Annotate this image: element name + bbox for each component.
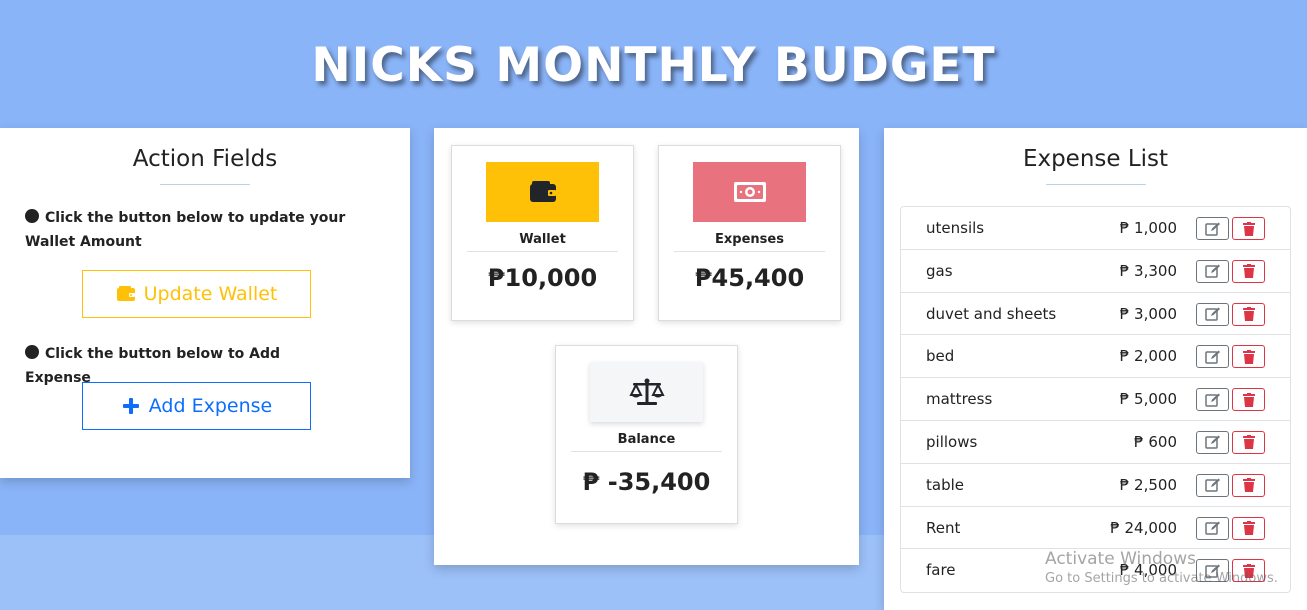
list-item: gas ₱ 3,300 <box>901 250 1290 293</box>
trash-icon <box>1242 221 1255 236</box>
trash-icon <box>1242 349 1255 364</box>
expense-instruction-text: Click the button below to Add Expense <box>25 346 281 386</box>
expense-list-title: Expense List <box>1022 146 1169 172</box>
delete-button[interactable] <box>1232 217 1265 240</box>
delete-button[interactable] <box>1232 388 1265 412</box>
expense-name: mattress <box>926 390 993 409</box>
edit-icon <box>1204 264 1220 279</box>
expense-amount: ₱ 2,500 <box>1119 475 1177 494</box>
delete-button[interactable] <box>1232 345 1265 369</box>
edit-icon <box>1204 478 1220 493</box>
edit-button[interactable] <box>1196 345 1229 369</box>
delete-button[interactable] <box>1232 559 1265 583</box>
edit-icon <box>1204 521 1220 535</box>
delete-button[interactable] <box>1232 259 1265 283</box>
delete-button[interactable] <box>1232 473 1265 497</box>
trash-icon <box>1242 264 1255 279</box>
expense-list: utensils ₱ 1,000 gas ₱ 3,300 duvet and s… <box>900 206 1291 594</box>
page-title: NICKS MONTHLY BUDGET <box>311 38 996 93</box>
expense-name: duvet and sheets <box>926 304 1057 323</box>
update-wallet-button[interactable]: Update Wallet <box>82 270 311 318</box>
plus-icon <box>122 398 139 414</box>
expense-list-panel: Expense List utensils ₱ 1,000 gas ₱ 3,30… <box>884 128 1307 610</box>
edit-button[interactable] <box>1196 259 1229 283</box>
balance-card: Balance ₱ -35,400 <box>555 345 738 524</box>
list-item: bed ₱ 2,000 <box>901 335 1290 379</box>
edit-button[interactable] <box>1196 302 1229 326</box>
list-item: Rent ₱ 24,000 <box>901 507 1290 550</box>
balance-scale-icon <box>628 378 665 405</box>
trash-icon <box>1242 563 1255 578</box>
wallet-icon <box>529 181 556 202</box>
balance-icon-box <box>590 362 703 422</box>
expense-amount: ₱ 24,000 <box>1110 518 1177 537</box>
trash-icon <box>1242 435 1255 450</box>
expense-name: bed <box>926 347 955 366</box>
add-expense-label: Add Expense <box>148 395 273 417</box>
delete-button[interactable] <box>1232 302 1265 326</box>
wallet-value: ₱10,000 <box>487 264 598 292</box>
wallet-label: Wallet <box>467 232 618 252</box>
edit-button[interactable] <box>1196 473 1229 497</box>
action-fields-panel: Action Fields Click the button below to … <box>0 128 410 478</box>
expense-amount: ₱ 3,000 <box>1119 304 1177 323</box>
balance-label: Balance <box>571 432 722 452</box>
trash-icon <box>1242 521 1255 536</box>
expense-name: fare <box>926 561 956 580</box>
list-item: mattress ₱ 5,000 <box>901 378 1290 421</box>
money-bill-icon <box>733 182 766 202</box>
edit-icon <box>1204 350 1220 364</box>
expense-name: pillows <box>926 432 978 451</box>
list-item: duvet and sheets ₱ 3,000 <box>901 293 1290 336</box>
expense-amount: ₱ 2,000 <box>1119 347 1177 366</box>
edit-icon <box>1204 393 1220 407</box>
expense-amount: ₱ 1,000 <box>1119 219 1177 237</box>
expenses-label: Expenses <box>674 232 825 252</box>
wallet-instruction-text: Click the button below to update your Wa… <box>25 210 346 250</box>
edit-button[interactable] <box>1196 217 1229 240</box>
action-fields-title: Action Fields <box>132 146 278 172</box>
bullet-icon <box>25 209 39 223</box>
trash-icon <box>1242 478 1255 493</box>
bullet-icon <box>25 345 39 359</box>
delete-button[interactable] <box>1232 516 1265 540</box>
heading-divider <box>1045 184 1146 185</box>
edit-button[interactable] <box>1196 430 1229 454</box>
balance-value: ₱ -35,400 <box>582 468 711 496</box>
list-item: table ₱ 2,500 <box>901 464 1290 507</box>
update-wallet-label: Update Wallet <box>143 283 278 305</box>
expense-amount: ₱ 5,000 <box>1119 390 1177 409</box>
wallet-icon-box <box>486 162 599 222</box>
summary-panel: Wallet ₱10,000 Expenses ₱45,400 Balance … <box>434 128 859 565</box>
heading-divider <box>160 184 250 185</box>
wallet-instruction: Click the button below to update your Wa… <box>0 206 380 254</box>
edit-icon <box>1204 222 1220 236</box>
edit-icon <box>1204 307 1220 321</box>
list-item: fare ₱ 4,000 <box>901 549 1290 592</box>
expense-amount: ₱ 600 <box>1134 432 1177 451</box>
edit-button[interactable] <box>1196 388 1229 412</box>
expenses-value: ₱45,400 <box>694 264 805 292</box>
expense-name: utensils <box>926 219 985 237</box>
add-expense-button[interactable]: Add Expense <box>82 382 311 430</box>
edit-icon <box>1204 435 1220 450</box>
expense-name: Rent <box>926 518 961 537</box>
edit-button[interactable] <box>1196 516 1229 540</box>
trash-icon <box>1242 307 1255 322</box>
wallet-icon <box>116 286 135 301</box>
list-item: utensils ₱ 1,000 <box>901 207 1290 250</box>
list-item: pillows ₱ 600 <box>901 421 1290 464</box>
trash-icon <box>1242 392 1255 407</box>
expenses-card: Expenses ₱45,400 <box>658 145 841 321</box>
expense-name: table <box>926 475 964 494</box>
edit-icon <box>1204 564 1220 578</box>
edit-button[interactable] <box>1196 559 1229 583</box>
expense-amount: ₱ 4,000 <box>1119 561 1177 580</box>
expense-amount: ₱ 3,300 <box>1119 261 1177 280</box>
expense-name: gas <box>926 261 953 280</box>
expenses-icon-box <box>693 162 806 222</box>
wallet-card: Wallet ₱10,000 <box>451 145 634 321</box>
delete-button[interactable] <box>1232 430 1265 454</box>
